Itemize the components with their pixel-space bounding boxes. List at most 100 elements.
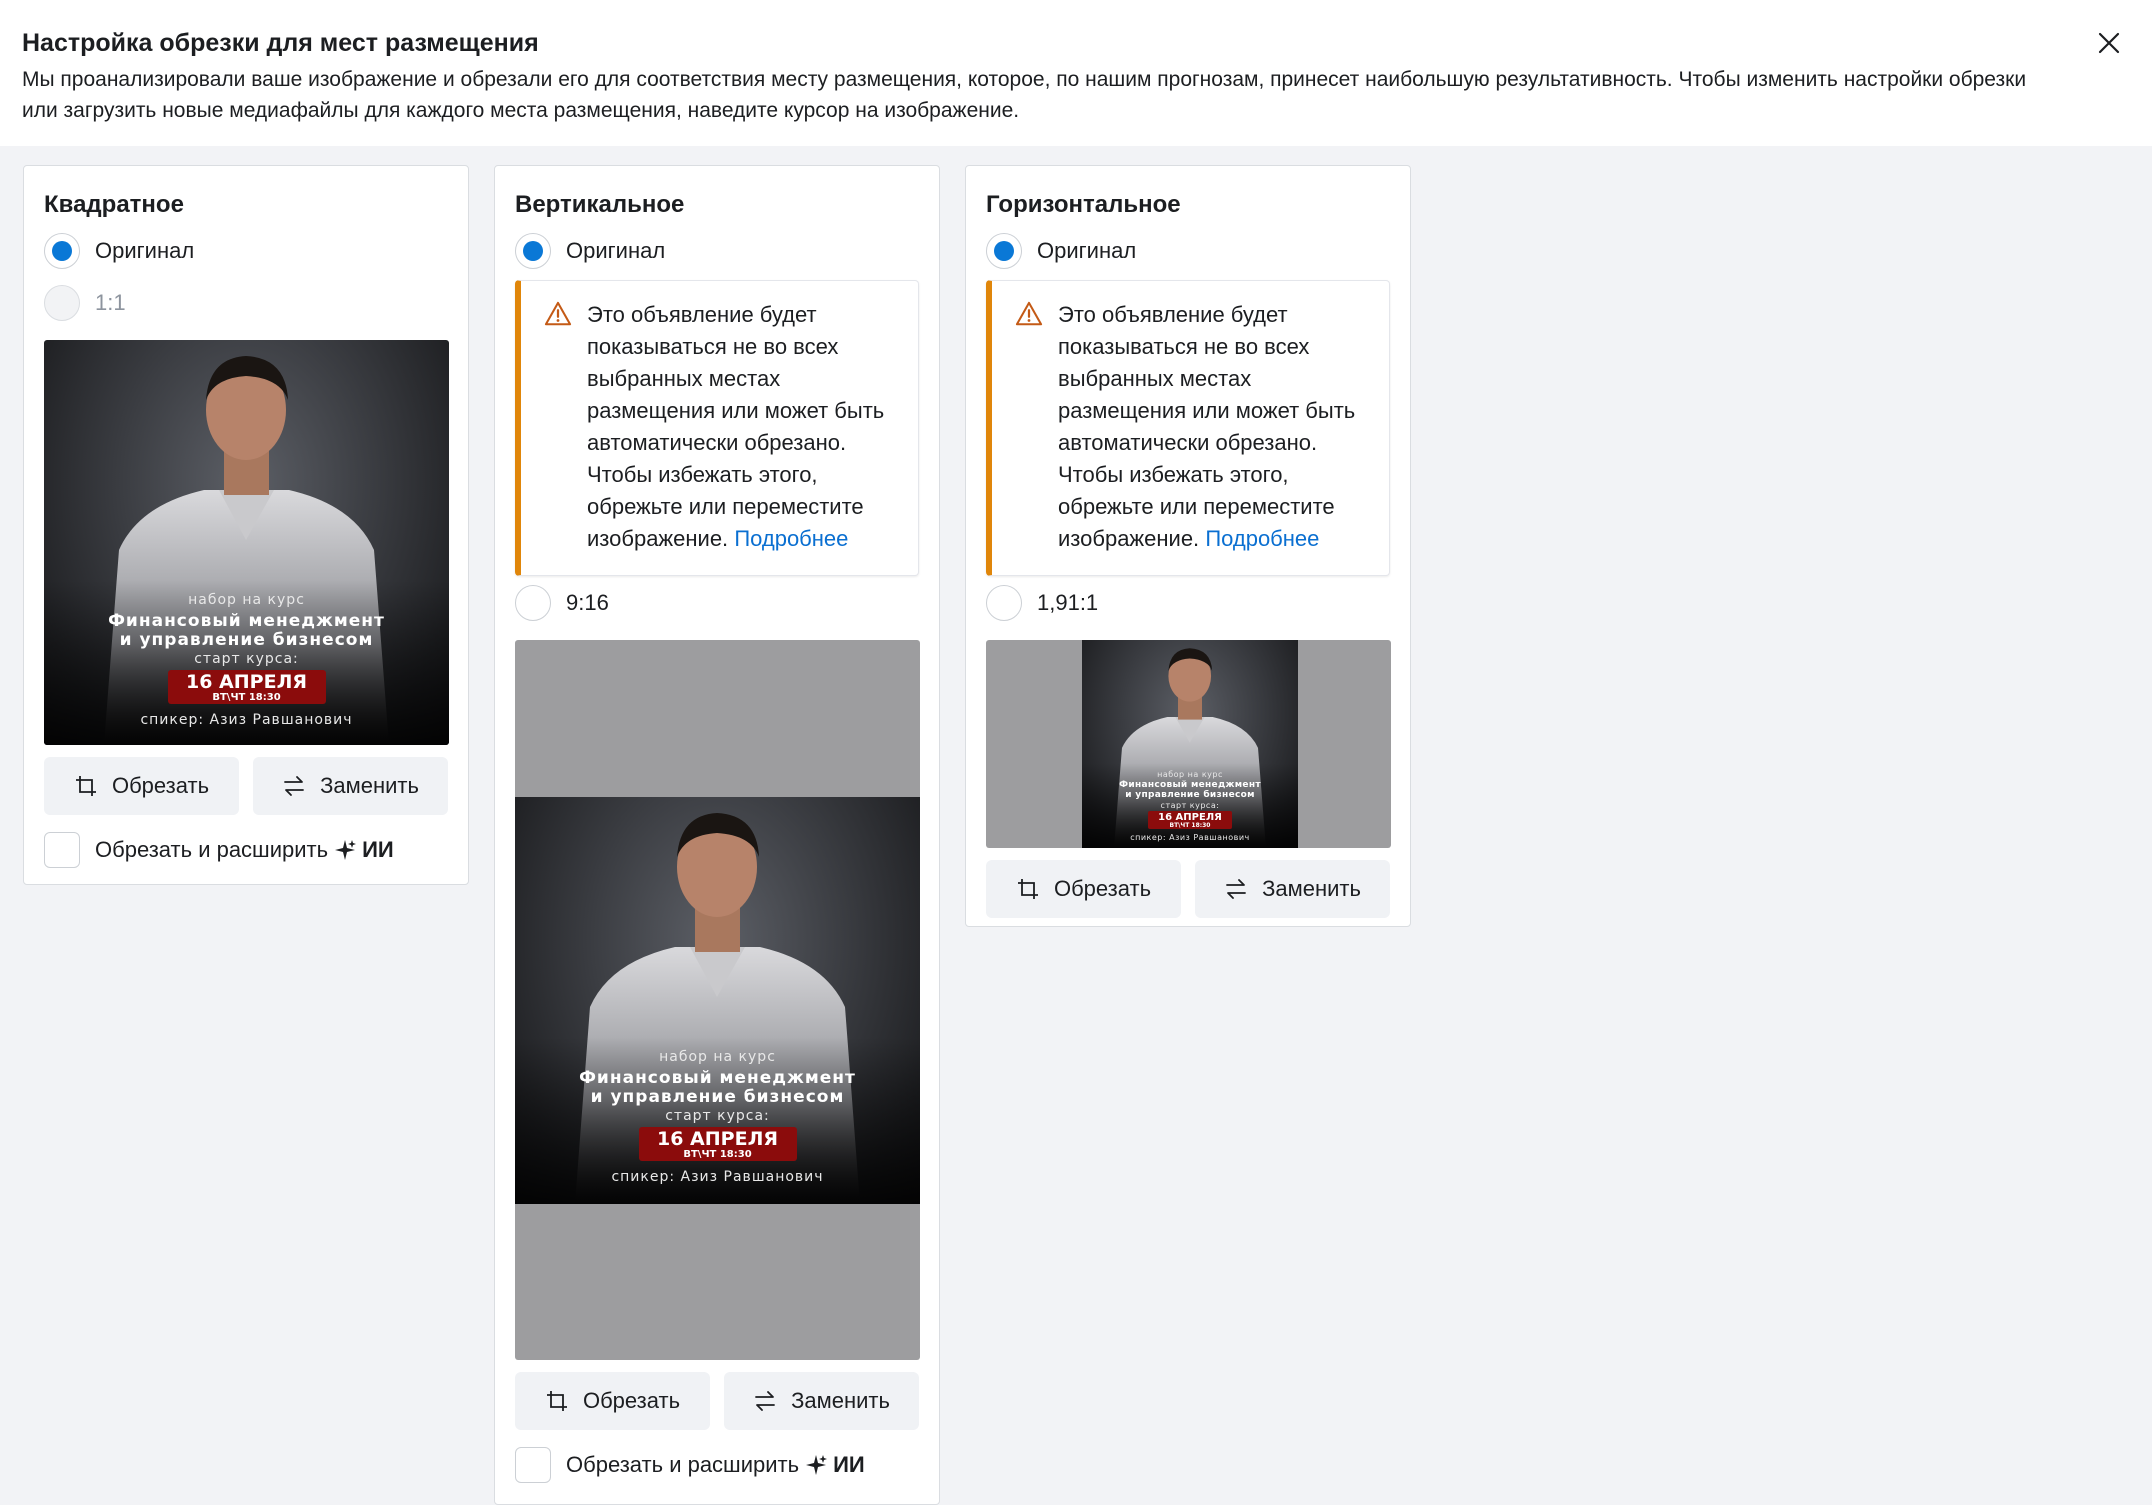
radio-original[interactable]: Оригинал: [44, 228, 448, 274]
poster-line: набор на курс: [1157, 770, 1223, 779]
expand-label: Обрезать и расширить: [566, 1452, 800, 1477]
warning-body: Это объявление будет показываться не во …: [587, 302, 885, 551]
dialog-title: Настройка обрезки для мест размещения: [22, 29, 539, 57]
card-title: Горизонтальное: [986, 191, 1181, 218]
swap-icon: [284, 776, 304, 796]
dialog-header: Настройка обрезки для мест размещения Мы…: [0, 0, 2152, 146]
ai-label: ИИ: [833, 1452, 865, 1477]
poster-date-badge: 16 АПРЕЛЯ ВТ\ЧТ 18:30: [167, 670, 326, 704]
close-button[interactable]: [2094, 28, 2124, 58]
checkbox[interactable]: [515, 1447, 551, 1483]
poster-line: старт курса:: [665, 1108, 770, 1124]
sparkle-icon: [335, 840, 357, 860]
poster-date: 16 АПРЕЛЯ: [657, 1128, 778, 1150]
radio-button[interactable]: [986, 585, 1022, 621]
warning-body: Это объявление будет показываться не во …: [1058, 302, 1356, 551]
card-horizontal: Горизонтальное Оригинал Это объявление б…: [965, 165, 1411, 927]
replace-button[interactable]: Заменить: [1195, 860, 1390, 918]
image-preview[interactable]: набор на курс Финансовый менеджмент и уп…: [986, 640, 1391, 848]
warning-text: Это объявление будет показываться не во …: [587, 299, 898, 555]
warning-message: Это объявление будет показываться не во …: [986, 280, 1390, 576]
crop-button[interactable]: Обрезать: [44, 757, 239, 815]
ad-image: набор на курс Финансовый менеджмент и уп…: [515, 797, 920, 1204]
crop-icon: [546, 1391, 567, 1411]
crop-button[interactable]: Обрезать: [986, 860, 1181, 918]
ad-image: набор на курс Финансовый менеджмент и уп…: [1082, 640, 1298, 848]
poster-date: 16 АПРЕЛЯ: [186, 671, 307, 693]
crop-icon: [1017, 879, 1038, 899]
check-label: Обрезать и расширить ИИ: [95, 837, 394, 863]
check-label: Обрезать и расширить ИИ: [566, 1452, 865, 1478]
poster-date-badge: 16 АПРЕЛЯ ВТ\ЧТ 18:30: [638, 1127, 797, 1161]
radio-label: 9:16: [566, 590, 609, 615]
warning-icon: [1015, 301, 1043, 326]
card-square: Квадратное Оригинал 1:1 набор на курс Фи…: [23, 165, 469, 885]
poster-headline: Финансовый менеджмент: [108, 611, 385, 631]
action-buttons: Обрезать Заменить: [44, 757, 448, 815]
poster-line: набор на курс: [659, 1049, 776, 1065]
crop-label: Обрезать: [111, 773, 210, 798]
swap-icon: [1226, 879, 1246, 899]
dialog-description: Мы проанализировали ваше изображение и о…: [22, 68, 2027, 122]
radio-label: Оригинал: [566, 238, 666, 263]
radio-ratio-9-16[interactable]: 9:16: [515, 580, 919, 626]
expand-label: Обрезать и расширить: [95, 837, 329, 862]
poster-time: ВТ\ЧТ 18:30: [212, 692, 281, 703]
radio-button[interactable]: [515, 233, 551, 269]
replace-button[interactable]: Заменить: [724, 1372, 919, 1430]
poster-headline: и управление бизнесом: [590, 1087, 845, 1107]
card-vertical: Вертикальное Оригинал Это объявление буд…: [494, 165, 940, 1505]
sparkle-icon: [806, 1455, 828, 1475]
poster-line: набор на курс: [188, 592, 305, 608]
ad-image: набор на курс Финансовый менеджмент и уп…: [44, 340, 449, 745]
warning-text: Это объявление будет показываться не во …: [1058, 299, 1369, 555]
swap-icon: [755, 1391, 775, 1411]
card-title: Квадратное: [44, 191, 184, 218]
radio-ratio-1-91-1[interactable]: 1,91:1: [986, 580, 1390, 626]
crop-expand-ai-option[interactable]: Обрезать и расширить ИИ: [515, 1430, 919, 1500]
learn-more-link[interactable]: Подробнее: [734, 526, 848, 551]
poster-time: ВТ\ЧТ 18:30: [683, 1149, 752, 1160]
radio-original[interactable]: Оригинал: [986, 228, 1390, 274]
replace-label: Заменить: [791, 1388, 890, 1413]
replace-button[interactable]: Заменить: [253, 757, 448, 815]
close-icon: [2098, 32, 2120, 54]
poster-speaker: спикер: Азиз Равшанович: [611, 1169, 824, 1185]
card-title: Вертикальное: [515, 191, 685, 218]
radio-label: Оригинал: [95, 238, 195, 263]
poster-headline: и управление бизнесом: [119, 630, 374, 650]
replace-label: Заменить: [1262, 876, 1361, 901]
poster-date-badge: 16 АПРЕЛЯ ВТ\ЧТ 18:30: [1148, 811, 1232, 829]
radio-ratio-1-1[interactable]: 1:1: [44, 280, 448, 326]
warning-icon: [544, 301, 572, 326]
radio-button[interactable]: [44, 233, 80, 269]
crop-button[interactable]: Обрезать: [515, 1372, 710, 1430]
ai-label: ИИ: [362, 837, 394, 862]
radio-label: Оригинал: [1037, 238, 1137, 263]
warning-message: Это объявление будет показываться не во …: [515, 280, 919, 576]
poster-headline: Финансовый менеджмент: [579, 1068, 856, 1088]
crop-label: Обрезать: [1053, 876, 1152, 901]
radio-button[interactable]: [986, 233, 1022, 269]
image-preview[interactable]: набор на курс Финансовый менеджмент и уп…: [515, 640, 920, 1360]
poster-headline: и управление бизнесом: [1125, 790, 1255, 800]
action-buttons: Обрезать Заменить: [986, 860, 1390, 918]
poster-headline: Финансовый менеджмент: [1119, 780, 1261, 790]
crop-icon: [75, 776, 96, 796]
radio-original[interactable]: Оригинал: [515, 228, 919, 274]
poster-line: старт курса:: [194, 651, 299, 667]
action-buttons: Обрезать Заменить: [515, 1372, 919, 1430]
poster-time: ВТ\ЧТ 18:30: [1169, 822, 1211, 829]
radio-label: 1,91:1: [1037, 590, 1099, 615]
image-preview[interactable]: набор на курс Финансовый менеджмент и уп…: [44, 340, 449, 745]
crop-label: Обрезать: [582, 1388, 681, 1413]
radio-label: 1:1: [95, 290, 126, 315]
poster-speaker: спикер: Азиз Равшанович: [1130, 833, 1250, 842]
poster-speaker: спикер: Азиз Равшанович: [140, 712, 353, 728]
radio-button[interactable]: [515, 585, 551, 621]
poster-line: старт курса:: [1160, 801, 1220, 810]
crop-expand-ai-option[interactable]: Обрезать и расширить ИИ: [44, 815, 448, 885]
checkbox[interactable]: [44, 832, 80, 868]
radio-button[interactable]: [44, 285, 80, 321]
learn-more-link[interactable]: Подробнее: [1205, 526, 1319, 551]
